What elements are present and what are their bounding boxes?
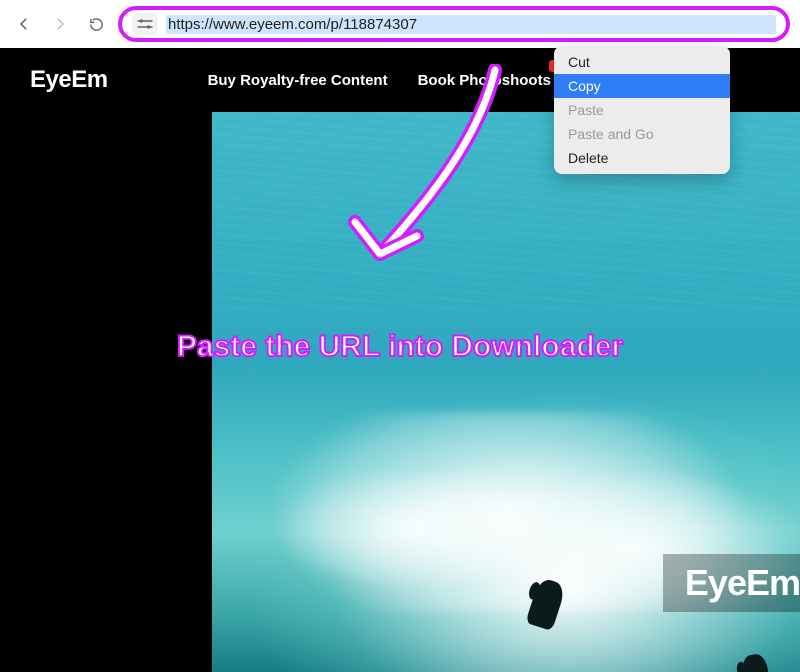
instruction-text: Paste the URL into Downloader [177,330,623,364]
url-text[interactable]: https://www.eyeem.com/p/118874307 [166,15,776,34]
ctx-paste-and-go[interactable]: Paste and Go [554,122,730,146]
logo[interactable]: EyeEm [30,66,108,94]
back-button[interactable] [10,10,38,38]
tune-icon [136,17,154,31]
site-controls-icon[interactable] [132,13,158,35]
arrow-left-icon [15,15,33,33]
address-bar[interactable]: https://www.eyeem.com/p/118874307 [118,6,790,42]
arrow-right-icon [51,15,69,33]
ctx-copy[interactable]: Copy [554,74,730,98]
surfer-figure [525,577,566,631]
ctx-paste[interactable]: Paste [554,98,730,122]
forward-button[interactable] [46,10,74,38]
browser-toolbar: https://www.eyeem.com/p/118874307 [0,0,800,48]
ctx-delete[interactable]: Delete [554,146,730,170]
watermark: EyeEm [663,554,800,612]
reload-button[interactable] [82,10,110,38]
surfer-figure [741,653,772,672]
ctx-cut[interactable]: Cut [554,50,730,74]
context-menu: Cut Copy Paste Paste and Go Delete [554,46,730,174]
annotation-arrow-icon [325,64,525,284]
reload-icon [88,16,105,33]
